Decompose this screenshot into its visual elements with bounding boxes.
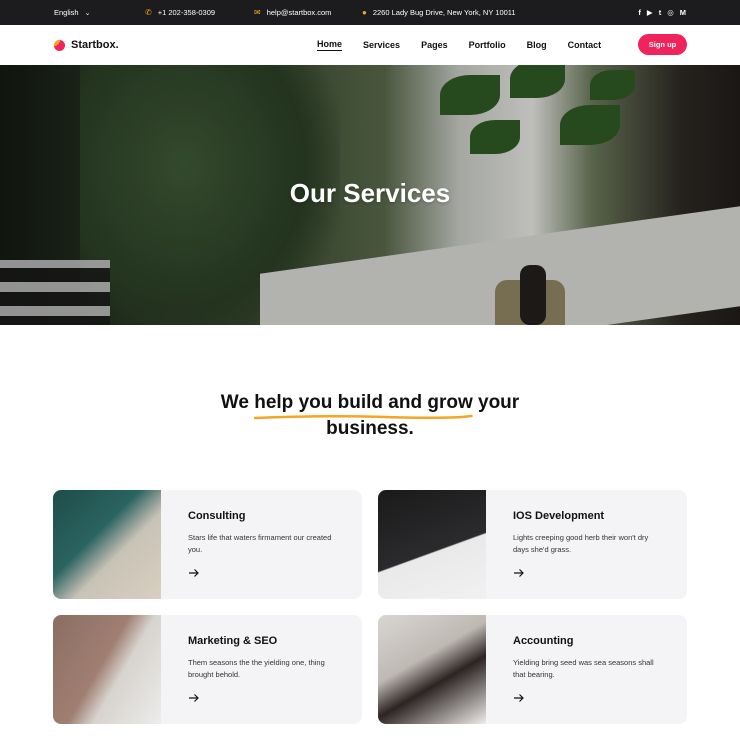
heading-highlight: help you build and grow — [254, 390, 473, 420]
service-title: Consulting — [188, 510, 246, 522]
arrow-right-icon[interactable] — [188, 693, 200, 703]
address-contact: ● 2260 Lady Bug Drive, New York, NY 1001… — [362, 0, 516, 25]
service-image — [53, 490, 161, 599]
language-selector[interactable]: English ⌄ — [54, 0, 90, 25]
top-info-bar: English ⌄ ✆ +1 202-358-0309 ✉ help@start… — [0, 0, 740, 25]
instagram-icon[interactable]: ◎ — [667, 8, 674, 17]
twitter-icon[interactable]: t — [659, 8, 662, 17]
service-title: Marketing & SEO — [188, 635, 278, 647]
nav-link-contact[interactable]: Contact — [568, 40, 602, 50]
service-image — [378, 615, 486, 724]
service-title: Accounting — [513, 635, 574, 647]
nav-link-blog[interactable]: Blog — [527, 40, 547, 50]
email-contact[interactable]: ✉ help@startbox.com — [254, 0, 331, 25]
address-text: 2260 Lady Bug Drive, New York, NY 10011 — [372, 8, 516, 17]
service-image — [53, 615, 161, 724]
logo-mark-icon — [54, 39, 65, 51]
nav-link-home[interactable]: Home — [317, 39, 343, 51]
service-description: Stars life that waters firmament our cre… — [188, 533, 332, 554]
location-pin-icon: ● — [362, 7, 367, 17]
section-heading: We help you build and grow your business… — [0, 390, 740, 442]
service-card[interactable]: Accounting Yielding bring seed was sea s… — [378, 615, 687, 724]
nav-link-pages[interactable]: Pages — [421, 40, 448, 50]
service-card[interactable]: IOS Development Lights creeping good her… — [378, 490, 687, 599]
youtube-icon[interactable]: ▶ — [647, 8, 653, 17]
mail-icon: ✉ — [254, 7, 261, 17]
arrow-right-icon[interactable] — [513, 693, 525, 703]
facebook-icon[interactable]: f — [638, 8, 641, 17]
service-description: Them seasons the the yielding one, thing… — [188, 658, 325, 679]
main-navbar: Startbox. Home Services Pages Portfolio … — [0, 25, 740, 65]
brand-logo[interactable]: Startbox. — [54, 25, 119, 65]
phone-icon: ✆ — [145, 7, 152, 17]
service-title: IOS Development — [513, 510, 605, 522]
language-label: English — [54, 8, 79, 17]
heading-highlight-text: help you build and grow — [254, 392, 473, 413]
sign-up-button[interactable]: Sign up — [638, 34, 687, 55]
arrow-right-icon[interactable] — [513, 568, 525, 578]
service-description: Lights creeping good herb their won't dr… — [513, 533, 649, 554]
primary-nav: Home Services Pages Portfolio Blog Conta… — [317, 25, 622, 65]
phone-number: +1 202-358-0309 — [157, 8, 216, 17]
nav-link-portfolio[interactable]: Portfolio — [469, 40, 506, 50]
social-links: f ▶ t ◎ M — [638, 0, 686, 25]
medium-icon[interactable]: M — [680, 8, 686, 17]
nav-link-services[interactable]: Services — [363, 40, 400, 50]
arrow-right-icon[interactable] — [188, 568, 200, 578]
heading-line2: business. — [326, 418, 414, 439]
brand-name: Startbox. — [71, 39, 119, 51]
brush-underline-icon — [254, 414, 473, 420]
page-title: Our Services — [289, 178, 451, 208]
service-card[interactable]: Consulting Stars life that waters firmam… — [53, 490, 362, 599]
heading-post: your — [472, 392, 520, 413]
service-card[interactable]: Marketing & SEO Them seasons the the yie… — [53, 615, 362, 724]
hero-banner: Our Services — [0, 65, 740, 325]
service-description: Yielding bring seed was sea seasons shal… — [513, 658, 654, 679]
heading-pre: We — [220, 392, 255, 413]
email-address: help@startbox.com — [266, 8, 332, 17]
chevron-down-icon: ⌄ — [84, 9, 91, 17]
service-image — [378, 490, 486, 599]
phone-contact[interactable]: ✆ +1 202-358-0309 — [145, 0, 215, 25]
